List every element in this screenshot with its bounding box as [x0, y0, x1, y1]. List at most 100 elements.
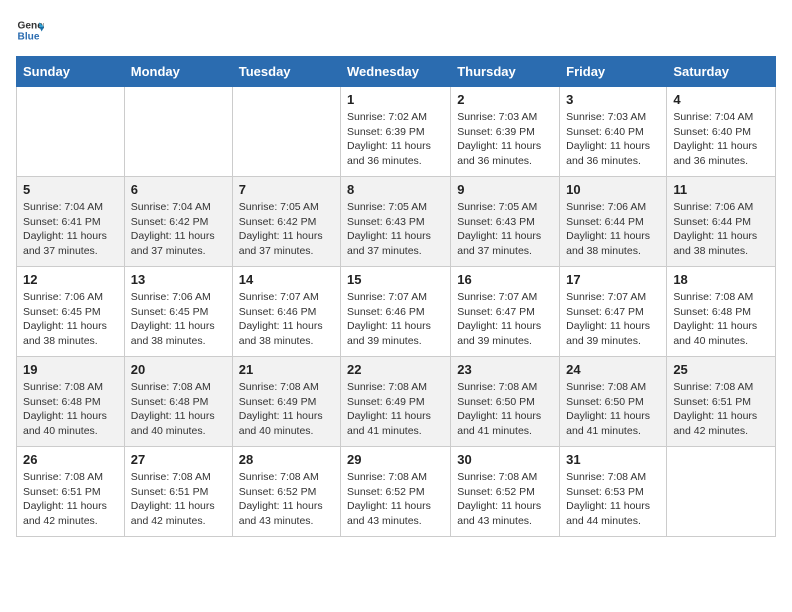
calendar-cell: 14 Sunrise: 7:07 AMSunset: 6:46 PMDayligh… — [232, 267, 340, 357]
calendar-cell: 10 Sunrise: 7:06 AMSunset: 6:44 PMDayligh… — [560, 177, 667, 267]
day-number: 4 — [673, 92, 769, 107]
calendar-cell: 12 Sunrise: 7:06 AMSunset: 6:45 PMDayligh… — [17, 267, 125, 357]
day-info: Sunrise: 7:08 AMSunset: 6:51 PMDaylight:… — [673, 380, 769, 439]
day-number: 19 — [23, 362, 118, 377]
day-info: Sunrise: 7:07 AMSunset: 6:47 PMDaylight:… — [566, 290, 660, 349]
day-info: Sunrise: 7:08 AMSunset: 6:51 PMDaylight:… — [23, 470, 118, 529]
day-number: 2 — [457, 92, 553, 107]
day-info: Sunrise: 7:07 AMSunset: 6:46 PMDaylight:… — [347, 290, 444, 349]
calendar-cell: 30Sunrise: 7:08 AMSunset: 6:52 PMDayligh… — [451, 447, 560, 537]
day-number: 15 — [347, 272, 444, 287]
weekday-header-friday: Friday — [560, 57, 667, 87]
weekday-header-wednesday: Wednesday — [341, 57, 451, 87]
day-number: 20 — [131, 362, 226, 377]
day-info: Sunrise: 7:06 AMSunset: 6:44 PMDaylight:… — [673, 200, 769, 259]
day-info: Sunrise: 7:08 AMSunset: 6:50 PMDaylight:… — [457, 380, 553, 439]
logo-icon: General Blue — [16, 16, 44, 44]
calendar-cell: 15 Sunrise: 7:07 AMSunset: 6:46 PMDayligh… — [341, 267, 451, 357]
day-number: 9 — [457, 182, 553, 197]
day-info: Sunrise: 7:08 AMSunset: 6:51 PMDaylight:… — [131, 470, 226, 529]
calendar-week-row: 26 Sunrise: 7:08 AMSunset: 6:51 PMDayligh… — [17, 447, 776, 537]
day-info: Sunrise: 7:05 AMSunset: 6:42 PMDaylight:… — [239, 200, 334, 259]
day-number: 13 — [131, 272, 226, 287]
day-number: 17 — [566, 272, 660, 287]
svg-text:Blue: Blue — [18, 31, 40, 42]
calendar-week-row: 12 Sunrise: 7:06 AMSunset: 6:45 PMDayligh… — [17, 267, 776, 357]
day-info: Sunrise: 7:08 AMSunset: 6:50 PMDaylight:… — [566, 380, 660, 439]
calendar-week-row: 1 Sunrise: 7:02 AMSunset: 6:39 PMDaylight… — [17, 87, 776, 177]
calendar-table: SundayMondayTuesdayWednesdayThursdayFrid… — [16, 56, 776, 537]
day-info: Sunrise: 7:04 AMSunset: 6:41 PMDaylight:… — [23, 200, 118, 259]
weekday-header-tuesday: Tuesday — [232, 57, 340, 87]
day-number: 11 — [673, 182, 769, 197]
day-info: Sunrise: 7:08 AMSunset: 6:49 PMDaylight:… — [239, 380, 334, 439]
day-info: Sunrise: 7:02 AMSunset: 6:39 PMDaylight:… — [347, 110, 444, 169]
calendar-cell: 22Sunrise: 7:08 AMSunset: 6:49 PMDayligh… — [341, 357, 451, 447]
calendar-week-row: 19Sunrise: 7:08 AMSunset: 6:48 PMDayligh… — [17, 357, 776, 447]
calendar-cell — [17, 87, 125, 177]
calendar-cell — [124, 87, 232, 177]
day-number: 27 — [131, 452, 226, 467]
calendar-cell: 4 Sunrise: 7:04 AMSunset: 6:40 PMDaylight… — [667, 87, 776, 177]
day-info: Sunrise: 7:04 AMSunset: 6:40 PMDaylight:… — [673, 110, 769, 169]
day-info: Sunrise: 7:03 AMSunset: 6:40 PMDaylight:… — [566, 110, 660, 169]
calendar-cell: 2Sunrise: 7:03 AMSunset: 6:39 PMDaylight… — [451, 87, 560, 177]
day-info: Sunrise: 7:08 AMSunset: 6:48 PMDaylight:… — [673, 290, 769, 349]
calendar-cell: 26 Sunrise: 7:08 AMSunset: 6:51 PMDayligh… — [17, 447, 125, 537]
calendar-cell: 31 Sunrise: 7:08 AMSunset: 6:53 PMDayligh… — [560, 447, 667, 537]
day-number: 31 — [566, 452, 660, 467]
weekday-header-saturday: Saturday — [667, 57, 776, 87]
calendar-cell: 7 Sunrise: 7:05 AMSunset: 6:42 PMDaylight… — [232, 177, 340, 267]
day-number: 29 — [347, 452, 444, 467]
calendar-cell: 11 Sunrise: 7:06 AMSunset: 6:44 PMDayligh… — [667, 177, 776, 267]
day-info: Sunrise: 7:07 AMSunset: 6:47 PMDaylight:… — [457, 290, 553, 349]
day-info: Sunrise: 7:06 AMSunset: 6:45 PMDaylight:… — [131, 290, 226, 349]
calendar-cell: 1 Sunrise: 7:02 AMSunset: 6:39 PMDaylight… — [341, 87, 451, 177]
calendar-cell: 18Sunrise: 7:08 AMSunset: 6:48 PMDayligh… — [667, 267, 776, 357]
day-number: 10 — [566, 182, 660, 197]
calendar-cell: 27 Sunrise: 7:08 AMSunset: 6:51 PMDayligh… — [124, 447, 232, 537]
logo: General Blue — [16, 16, 44, 44]
calendar-cell: 29 Sunrise: 7:08 AMSunset: 6:52 PMDayligh… — [341, 447, 451, 537]
calendar-cell: 17 Sunrise: 7:07 AMSunset: 6:47 PMDayligh… — [560, 267, 667, 357]
calendar-cell: 19Sunrise: 7:08 AMSunset: 6:48 PMDayligh… — [17, 357, 125, 447]
day-info: Sunrise: 7:06 AMSunset: 6:44 PMDaylight:… — [566, 200, 660, 259]
day-number: 3 — [566, 92, 660, 107]
day-number: 30 — [457, 452, 553, 467]
day-info: Sunrise: 7:06 AMSunset: 6:45 PMDaylight:… — [23, 290, 118, 349]
day-info: Sunrise: 7:05 AMSunset: 6:43 PMDaylight:… — [457, 200, 553, 259]
day-info: Sunrise: 7:08 AMSunset: 6:53 PMDaylight:… — [566, 470, 660, 529]
calendar-cell: 20Sunrise: 7:08 AMSunset: 6:48 PMDayligh… — [124, 357, 232, 447]
day-number: 21 — [239, 362, 334, 377]
day-number: 22 — [347, 362, 444, 377]
day-number: 24 — [566, 362, 660, 377]
day-info: Sunrise: 7:07 AMSunset: 6:46 PMDaylight:… — [239, 290, 334, 349]
calendar-week-row: 5 Sunrise: 7:04 AMSunset: 6:41 PMDaylight… — [17, 177, 776, 267]
day-number: 1 — [347, 92, 444, 107]
day-number: 6 — [131, 182, 226, 197]
calendar-cell: 3 Sunrise: 7:03 AMSunset: 6:40 PMDaylight… — [560, 87, 667, 177]
day-number: 5 — [23, 182, 118, 197]
day-info: Sunrise: 7:05 AMSunset: 6:43 PMDaylight:… — [347, 200, 444, 259]
day-info: Sunrise: 7:08 AMSunset: 6:52 PMDaylight:… — [347, 470, 444, 529]
day-number: 25 — [673, 362, 769, 377]
day-number: 7 — [239, 182, 334, 197]
calendar-cell — [232, 87, 340, 177]
day-info: Sunrise: 7:08 AMSunset: 6:52 PMDaylight:… — [239, 470, 334, 529]
calendar-cell: 8 Sunrise: 7:05 AMSunset: 6:43 PMDaylight… — [341, 177, 451, 267]
calendar-cell: 28 Sunrise: 7:08 AMSunset: 6:52 PMDayligh… — [232, 447, 340, 537]
weekday-header-row: SundayMondayTuesdayWednesdayThursdayFrid… — [17, 57, 776, 87]
day-number: 28 — [239, 452, 334, 467]
day-number: 14 — [239, 272, 334, 287]
calendar-cell: 16Sunrise: 7:07 AMSunset: 6:47 PMDayligh… — [451, 267, 560, 357]
day-number: 8 — [347, 182, 444, 197]
calendar-cell: 5 Sunrise: 7:04 AMSunset: 6:41 PMDaylight… — [17, 177, 125, 267]
calendar-cell: 24 Sunrise: 7:08 AMSunset: 6:50 PMDayligh… — [560, 357, 667, 447]
weekday-header-monday: Monday — [124, 57, 232, 87]
day-number: 26 — [23, 452, 118, 467]
day-number: 12 — [23, 272, 118, 287]
weekday-header-sunday: Sunday — [17, 57, 125, 87]
calendar-cell: 25 Sunrise: 7:08 AMSunset: 6:51 PMDayligh… — [667, 357, 776, 447]
calendar-cell: 23Sunrise: 7:08 AMSunset: 6:50 PMDayligh… — [451, 357, 560, 447]
calendar-cell: 13 Sunrise: 7:06 AMSunset: 6:45 PMDayligh… — [124, 267, 232, 357]
